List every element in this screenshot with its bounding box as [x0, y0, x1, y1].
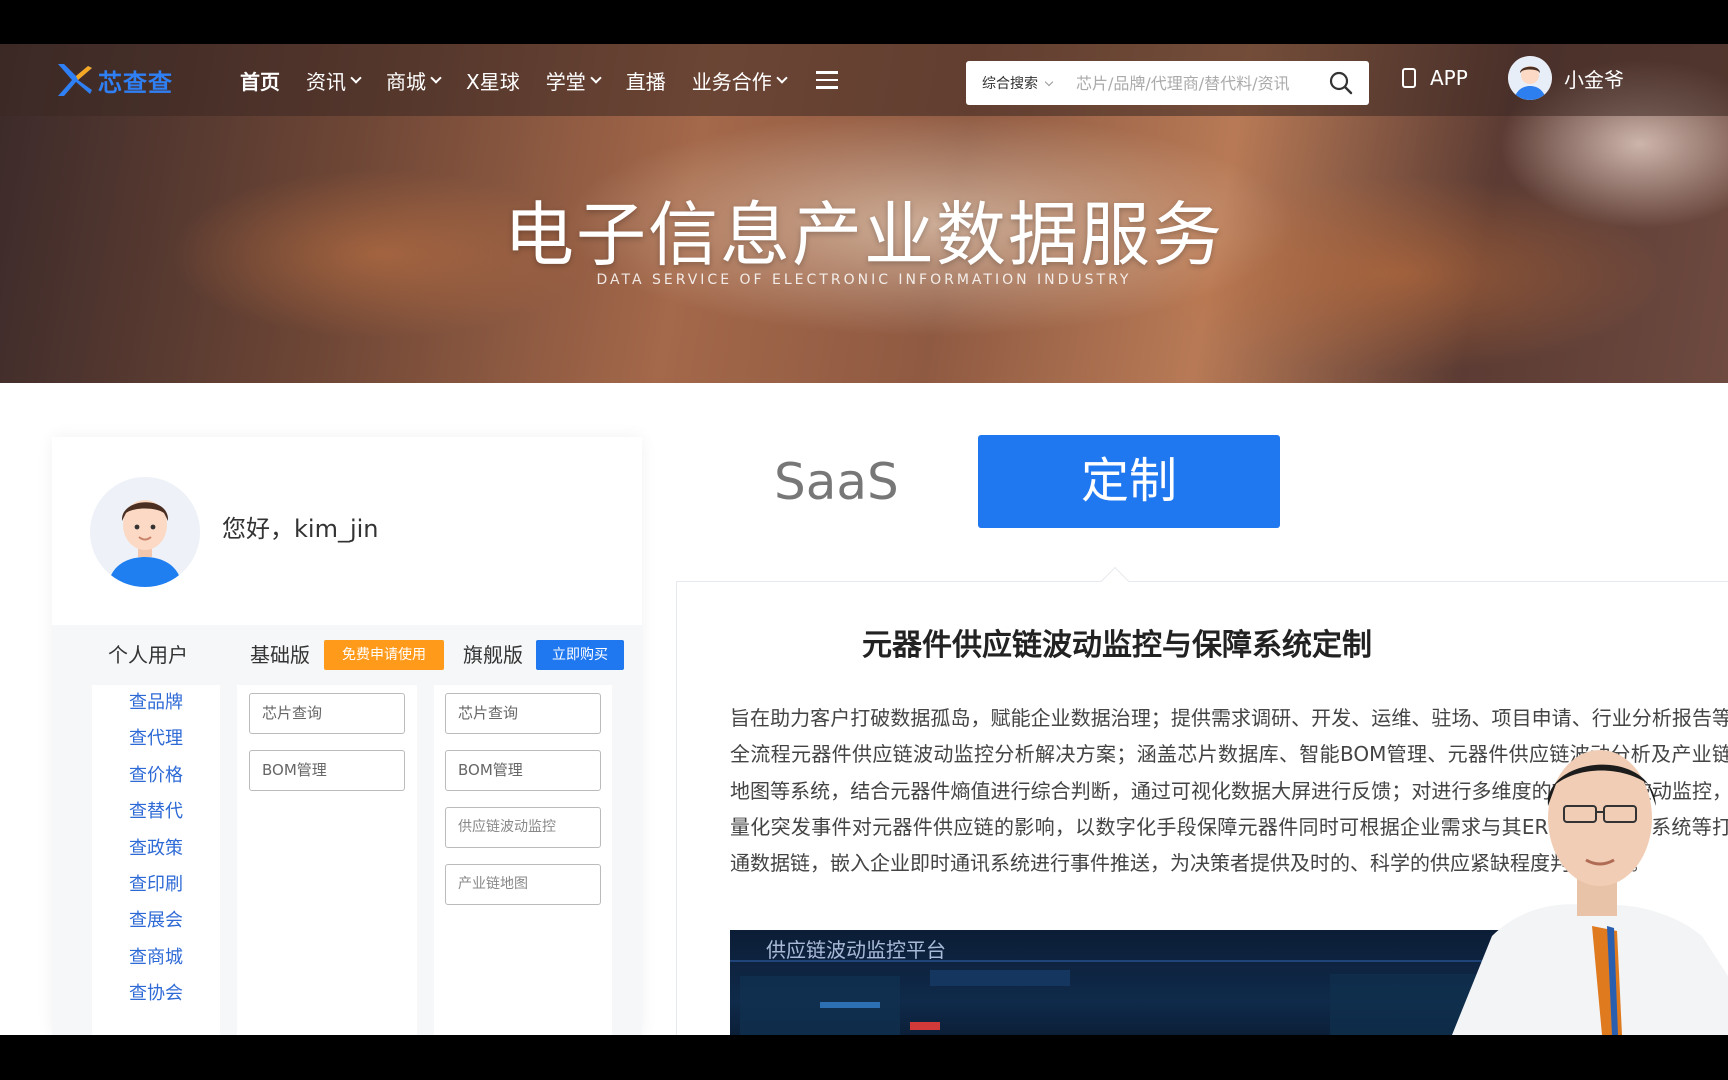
plan-comparison: 个人用户 基础版 免费申请使用 旗舰版 立即购买 查品牌 查代理 查价格 查替代… — [52, 625, 642, 1035]
user-name: 小金爷 — [1564, 67, 1624, 92]
feature-link[interactable]: 查协会 — [92, 976, 220, 1012]
nav-home[interactable]: 首页 — [240, 66, 280, 95]
nav-label: 业务合作 — [691, 69, 772, 94]
feature-link[interactable]: 查品牌 — [92, 685, 220, 721]
chevron-down-icon — [776, 72, 788, 84]
personal-user-heading: 个人用户 — [108, 643, 188, 667]
banner-title: 电子信息产业数据服务 — [504, 194, 1224, 276]
feature-link[interactable]: 查展会 — [92, 903, 220, 939]
nav-news[interactable]: 资讯 — [306, 66, 362, 95]
tab-custom[interactable]: 定制 — [978, 435, 1280, 528]
dashboard-preview-image: 供应链波动监控平台 — [730, 930, 1560, 1035]
avatar — [1508, 56, 1552, 100]
chevron-down-icon — [1044, 77, 1054, 86]
search-type-label: 综合搜索 — [982, 76, 1038, 92]
hero-banner: 芯查查 首页 资讯 商城 X星球 学堂 直播 业务合作 综合搜索 芯片/品牌/代… — [0, 44, 1728, 383]
panel-description: 旨在助力客户打破数据孤岛，赋能企业数据治理；提供需求调研、开发、运维、驻场、项目… — [730, 706, 1728, 876]
nav-label: 直播 — [625, 69, 666, 94]
panel-title: 元器件供应链波动监控与保障系统定制 — [862, 628, 1372, 663]
browser-viewport: 芯查查 首页 资讯 商城 X星球 学堂 直播 业务合作 综合搜索 芯片/品牌/代… — [0, 44, 1728, 1035]
nav-label: X星球 — [466, 69, 520, 94]
feature-button[interactable]: BOM管理 — [445, 750, 601, 791]
feature-button[interactable]: 芯片查询 — [249, 693, 405, 734]
profile-section: 您好，kim_jin — [52, 437, 642, 625]
nav-mall[interactable]: 商城 — [386, 66, 442, 95]
nav-label: 首页 — [240, 69, 280, 94]
custom-service-panel: 元器件供应链波动监控与保障系统定制 旨在助力客户打破数据孤岛，赋能企业数据治理；… — [676, 566, 1728, 1035]
tab-saas[interactable]: SaaS — [774, 453, 899, 511]
flagship-feature-list: 芯片查询 BOM管理 供应链波动监控 产业链地图 — [434, 685, 612, 1035]
personal-feature-list: 查品牌 查代理 查价格 查替代 查政策 查印刷 查展会 查商城 查协会 — [92, 685, 220, 1035]
feature-link[interactable]: 查商城 — [92, 940, 220, 976]
dashboard-graphic — [730, 960, 1560, 1035]
feature-link[interactable]: 查价格 — [92, 758, 220, 794]
search-bar: 综合搜索 — [966, 61, 1369, 105]
brand-logo[interactable]: 芯查查 — [52, 60, 173, 100]
flagship-plan-heading: 旗舰版 — [463, 643, 523, 667]
user-menu[interactable]: 小金爷 — [1508, 56, 1624, 100]
search-input[interactable] — [1076, 73, 1326, 93]
avatar — [90, 477, 200, 587]
tab-pointer — [1100, 566, 1130, 596]
feature-link[interactable]: 查替代 — [92, 794, 220, 830]
basic-plan-heading: 基础版 — [250, 643, 310, 667]
nav-x-planet[interactable]: X星球 — [466, 66, 520, 95]
main-nav: 首页 资讯 商城 X星球 学堂 直播 业务合作 — [240, 44, 838, 116]
nav-label: 学堂 — [545, 69, 586, 94]
feature-button[interactable]: BOM管理 — [249, 750, 405, 791]
feature-link[interactable]: 查代理 — [92, 721, 220, 757]
chevron-down-icon — [430, 72, 442, 84]
banner-subtitle: DATA SERVICE OF ELECTRONIC INFORMATION I… — [596, 272, 1132, 288]
free-apply-button[interactable]: 免费申请使用 — [324, 640, 444, 670]
hamburger-menu-icon[interactable] — [815, 71, 838, 89]
buy-now-button[interactable]: 立即购买 — [536, 640, 624, 670]
top-navbar: 芯查查 首页 资讯 商城 X星球 学堂 直播 业务合作 综合搜索 芯片/品牌/代… — [0, 44, 1728, 116]
user-plan-card: 您好，kim_jin 个人用户 基础版 免费申请使用 旗舰版 立即购买 查品牌 … — [52, 437, 642, 1035]
nav-academy[interactable]: 学堂 — [545, 66, 602, 95]
feature-button[interactable]: 供应链波动监控 — [445, 807, 601, 848]
nav-label: 资讯 — [306, 69, 346, 94]
app-download-link[interactable]: APP — [1402, 66, 1468, 90]
search-type-select[interactable]: 综合搜索 — [966, 73, 1076, 93]
chevron-down-icon — [590, 72, 602, 84]
chevron-down-icon — [350, 72, 362, 84]
app-label: APP — [1430, 66, 1468, 90]
feature-button[interactable]: 芯片查询 — [445, 693, 601, 734]
brand-name: 芯查查 — [98, 69, 173, 97]
feature-link[interactable]: 查政策 — [92, 831, 220, 867]
phone-icon — [1402, 68, 1416, 88]
search-icon[interactable] — [1326, 68, 1356, 98]
greeting-text: 您好，kim_jin — [222, 515, 379, 543]
nav-business[interactable]: 业务合作 — [691, 66, 788, 95]
feature-button[interactable]: 产业链地图 — [445, 864, 601, 905]
logo-icon — [58, 64, 92, 96]
feature-link[interactable]: 查印刷 — [92, 867, 220, 903]
basic-feature-list: 芯片查询 BOM管理 — [237, 685, 417, 1035]
nav-label: 商城 — [386, 69, 426, 94]
nav-live[interactable]: 直播 — [626, 66, 666, 95]
